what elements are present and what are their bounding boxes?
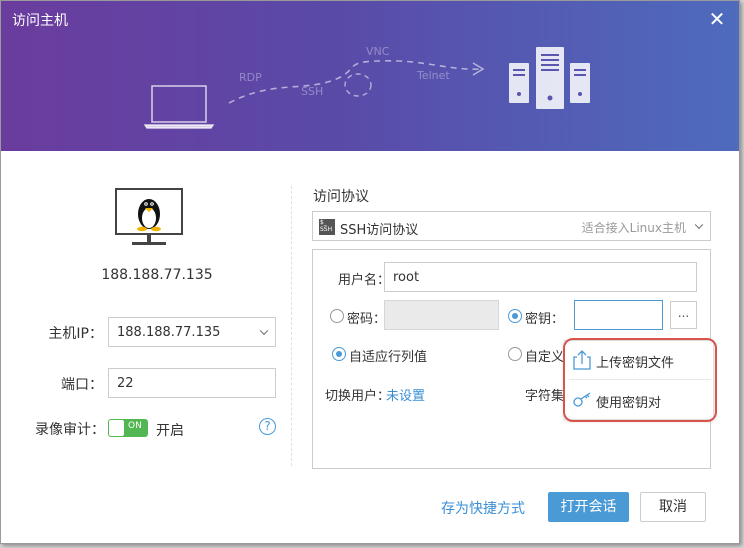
host-ip-select[interactable]: 188.188.77.135 [108, 317, 276, 347]
adaptive-radio[interactable] [332, 347, 346, 361]
help-icon[interactable]: ? [259, 418, 276, 435]
host-ip-label: 主机IP： [48, 326, 103, 342]
host-ip-display: 188.188.77.135 [101, 267, 213, 283]
toggle-knob [109, 420, 124, 436]
toggle-on-text: ON [128, 421, 142, 431]
linux-monitor-icon [115, 188, 183, 245]
laptop-icon [143, 85, 215, 129]
key-input[interactable] [574, 300, 663, 330]
open-session-button[interactable]: 打开会话 [548, 492, 629, 522]
chevron-down-icon [259, 326, 269, 336]
switch-user-link[interactable]: 未设置 [386, 385, 425, 404]
password-label: 密码： [347, 312, 387, 327]
record-audit-toggle[interactable]: ON [108, 419, 148, 437]
upload-icon [573, 350, 591, 370]
port-label: 端口： [61, 377, 103, 393]
header-banner: 访问主机 ✕ RDP SSH VNC Telnet [1, 1, 739, 151]
key-more-button[interactable]: ... [670, 301, 697, 329]
protocol-hint: 适合接入Linux主机 [581, 221, 686, 235]
menu-item-upload-key[interactable]: 上传密钥文件 [565, 341, 715, 379]
menu-item-label: 使用密钥对 [596, 396, 662, 411]
key-dropdown-menu: 上传密钥文件 使用密钥对 [564, 340, 714, 420]
charset-label: 字符集 [525, 389, 565, 404]
username-input[interactable]: root [384, 262, 697, 292]
record-audit-state: 开启 [156, 423, 184, 439]
menu-item-label: 上传密钥文件 [596, 356, 675, 371]
protocol-label-telnet: Telnet [417, 69, 450, 82]
save-shortcut-link[interactable]: 存为快捷方式 [441, 498, 525, 518]
protocol-label-rdp: RDP [239, 71, 262, 84]
password-input[interactable] [384, 300, 499, 330]
column-divider [291, 186, 292, 466]
protocol-selected: SSH访问协议 [340, 223, 419, 238]
protocol-label-ssh: SSH [301, 85, 324, 98]
adaptive-label: 自适应行列值 [349, 350, 428, 365]
custom-radio[interactable] [508, 347, 522, 361]
protocol-label-vnc: VNC [366, 45, 390, 58]
custom-label: 自定义 [525, 350, 565, 365]
password-radio[interactable] [330, 309, 344, 323]
key-radio[interactable] [508, 309, 522, 323]
chevron-down-icon [694, 220, 704, 230]
protocol-section-title: 访问协议 [313, 189, 369, 205]
cancel-button[interactable]: 取消 [640, 492, 706, 522]
host-ip-select-value: 188.188.77.135 [117, 324, 221, 340]
username-label: 用户名： [338, 273, 391, 288]
protocol-select[interactable]: $_ SSH SSH访问协议 适合接入Linux主机 [312, 211, 711, 241]
menu-separator [569, 379, 711, 380]
ssh-terminal-icon: $_ SSH [319, 219, 335, 235]
record-audit-label: 录像审计： [35, 422, 105, 438]
key-label: 密钥： [525, 312, 565, 327]
switch-user-label: 切换用户： [325, 389, 391, 404]
port-input[interactable]: 22 [108, 368, 276, 398]
menu-item-use-keypair[interactable]: 使用密钥对 [565, 381, 715, 419]
key-icon [573, 392, 591, 407]
access-host-dialog: 访问主机 ✕ RDP SSH VNC Telnet 188.188.77.135… [0, 0, 740, 544]
banner-illustration [143, 47, 590, 129]
